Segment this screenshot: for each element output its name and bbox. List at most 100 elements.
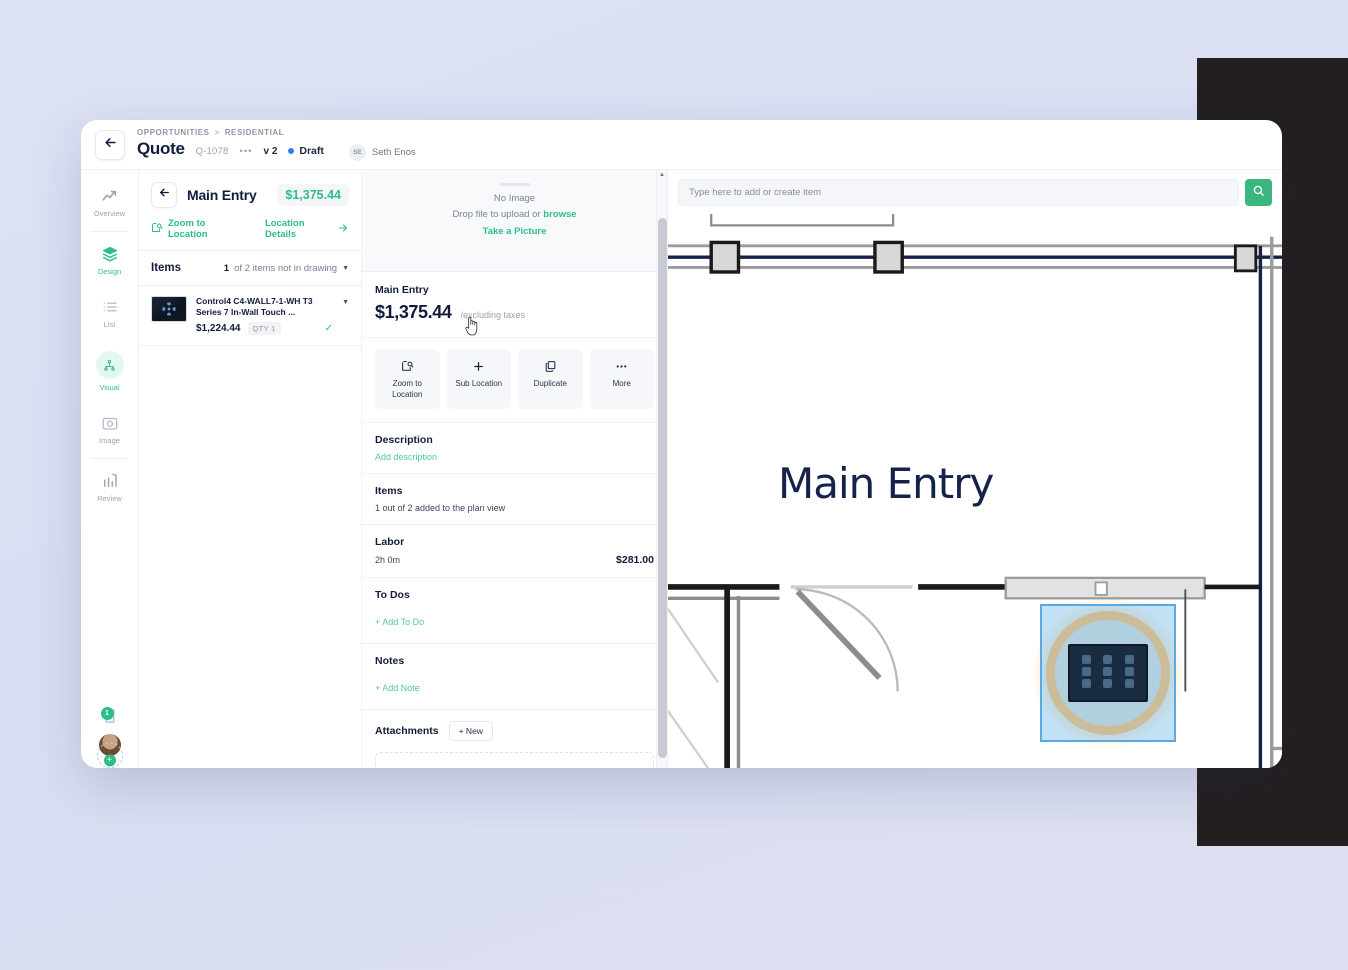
section-attachments: Attachments + New <box>362 710 667 768</box>
item-price: $1,224.44 <box>196 322 241 334</box>
drop-file-text: Drop file to upload or browse <box>362 209 667 220</box>
location-back-button[interactable] <box>151 182 177 208</box>
sidebar-item-label: Design <box>97 267 122 276</box>
ellipsis-icon <box>592 358 653 374</box>
sidebar-item-image[interactable]: Image <box>81 403 138 456</box>
zoom-to-location-button[interactable]: Zoom to Location <box>151 218 241 240</box>
detail-price-block: Main Entry $1,375.44 /excluding taxes <box>362 272 667 338</box>
new-attachment-button[interactable]: + New <box>448 720 493 741</box>
sidebar-item-visual[interactable]: Visual <box>81 340 138 403</box>
search-input[interactable]: Type here to add or create item <box>678 179 1239 206</box>
section-description: Description Add description <box>362 423 667 474</box>
no-image-label: No Image <box>493 193 536 204</box>
items-filter-count: 1 <box>223 262 230 274</box>
left-rail: Overview Design List Visual Image Review… <box>81 170 139 768</box>
plus-icon <box>449 358 510 374</box>
notification-count-badge: 1 <box>100 707 114 720</box>
location-name: Main Entry <box>187 187 257 203</box>
search-button[interactable] <box>1245 179 1272 206</box>
zoom-location-icon <box>377 358 438 374</box>
add-todo-link[interactable]: + Add To Do <box>375 617 654 627</box>
section-heading: Description <box>375 433 433 446</box>
trend-up-icon <box>101 187 119 205</box>
device-screen-preview <box>1068 644 1148 702</box>
location-details-label: Location Details <box>264 218 305 240</box>
list-item[interactable]: Control4 C4-WALL7-1-WH T3 Series 7 In-Wa… <box>139 286 361 346</box>
user-chip[interactable]: SE Seth Enos <box>348 144 416 161</box>
labor-duration: 2h 0m <box>375 554 401 565</box>
device-icon-grid <box>1076 653 1140 690</box>
sidebar-item-review[interactable]: Review <box>81 461 138 514</box>
rail-bottom: 1 + <box>81 707 138 768</box>
quick-actions: Zoom to Location Sub Location Duplicate <box>362 338 667 423</box>
detail-scrollbar[interactable]: ▲ <box>656 170 667 768</box>
sidebar-item-label: List <box>103 320 116 329</box>
section-notes: Notes + Add Note <box>362 644 667 710</box>
section-labor: Labor 2h 0m $281.00 <box>362 525 667 578</box>
sitemap-icon <box>95 351 124 379</box>
detail-price-row: $1,375.44 /excluding taxes <box>375 302 654 323</box>
item-title: Control4 C4-WALL7-1-WH T3 Series 7 In-Wa… <box>196 296 313 318</box>
items-filter-text: of 2 items not in drawing <box>234 262 338 274</box>
touchscreen-device-marker[interactable] <box>1040 604 1176 742</box>
breadcrumb-leaf[interactable]: RESIDENTIAL <box>225 128 284 137</box>
check-icon: ✓ <box>324 322 334 334</box>
attachment-dropzone[interactable] <box>375 751 654 768</box>
status-label: Draft <box>299 145 324 157</box>
sidebar-item-label: Image <box>99 436 120 445</box>
bar-chart-icon <box>101 472 119 490</box>
ellipsis-icon[interactable]: ••• <box>240 146 253 157</box>
zoom-to-location-label: Zoom to Location <box>168 218 208 240</box>
drag-handle[interactable] <box>499 183 530 186</box>
sidebar-item-list[interactable]: List <box>81 287 138 340</box>
duplicate-action[interactable]: Duplicate <box>518 349 583 409</box>
sidebar-item-overview[interactable]: Overview <box>81 176 138 229</box>
location-details-button[interactable]: Location Details <box>265 218 349 240</box>
scrollbar-thumb[interactable] <box>658 218 667 758</box>
item-meta: $1,224.44 QTY 1 ✓ <box>196 321 334 335</box>
section-heading: Items <box>375 484 403 497</box>
browse-link[interactable]: browse <box>543 209 576 220</box>
zoom-location-icon <box>151 222 163 237</box>
section-heading: Attachments <box>375 724 439 737</box>
items-summary: 1 out of 2 added to the plan view <box>375 502 506 513</box>
user-avatar[interactable]: + <box>96 734 123 768</box>
sidebar-item-design[interactable]: Design <box>81 234 138 287</box>
sub-location-action[interactable]: Sub Location <box>446 349 511 409</box>
page-title: Quote <box>137 139 185 158</box>
more-action[interactable]: More <box>589 349 654 409</box>
plan-view: Type here to add or create item Main Ent… <box>668 170 1282 768</box>
add-note-link[interactable]: + Add Note <box>375 683 654 693</box>
floorplan-canvas[interactable]: Main Entry <box>668 214 1282 768</box>
status-dot-icon <box>288 148 295 154</box>
arrow-left-icon <box>103 135 118 155</box>
detail-location-name: Main Entry <box>375 284 429 296</box>
quick-action-label: Sub Location <box>455 379 503 388</box>
breadcrumb-separator: > <box>214 128 220 137</box>
zoom-to-location-action[interactable]: Zoom to Location <box>375 349 440 409</box>
items-filter[interactable]: 1 of 2 items not in drawing ▼ <box>224 263 349 274</box>
back-button[interactable] <box>95 129 125 160</box>
body-split: Overview Design List Visual Image Review… <box>81 170 1282 768</box>
chevron-down-icon[interactable]: ▼ <box>342 296 349 306</box>
room-label: Main Entry <box>778 459 994 508</box>
section-heading: Labor <box>375 535 405 548</box>
breadcrumb[interactable]: OPPORTUNITIES > RESIDENTIAL <box>137 128 416 137</box>
status-badge[interactable]: Draft <box>288 145 324 157</box>
add-user-ring[interactable]: + <box>96 742 123 768</box>
list-icon <box>101 298 119 316</box>
section-todos: To Dos + Add To Do <box>362 578 667 644</box>
location-actions: Zoom to Location Location Details <box>139 218 361 251</box>
rail-divider <box>91 231 128 232</box>
chevron-down-icon: ▼ <box>342 264 349 272</box>
mouse-cursor <box>464 316 480 338</box>
image-dropzone[interactable]: No Image Drop file to upload or browse T… <box>362 170 667 272</box>
version-label[interactable]: v 2 <box>263 146 277 157</box>
breadcrumb-root[interactable]: OPPORTUNITIES <box>137 128 210 137</box>
add-description-link[interactable]: Add description <box>375 452 654 462</box>
take-picture-link[interactable]: Take a Picture <box>362 226 667 237</box>
notifications-button[interactable]: 1 <box>100 707 119 725</box>
touchscreen-thumbnail <box>151 296 187 322</box>
sidebar-item-label: Overview <box>93 209 126 218</box>
scroll-up-arrow-icon[interactable]: ▲ <box>657 170 667 178</box>
